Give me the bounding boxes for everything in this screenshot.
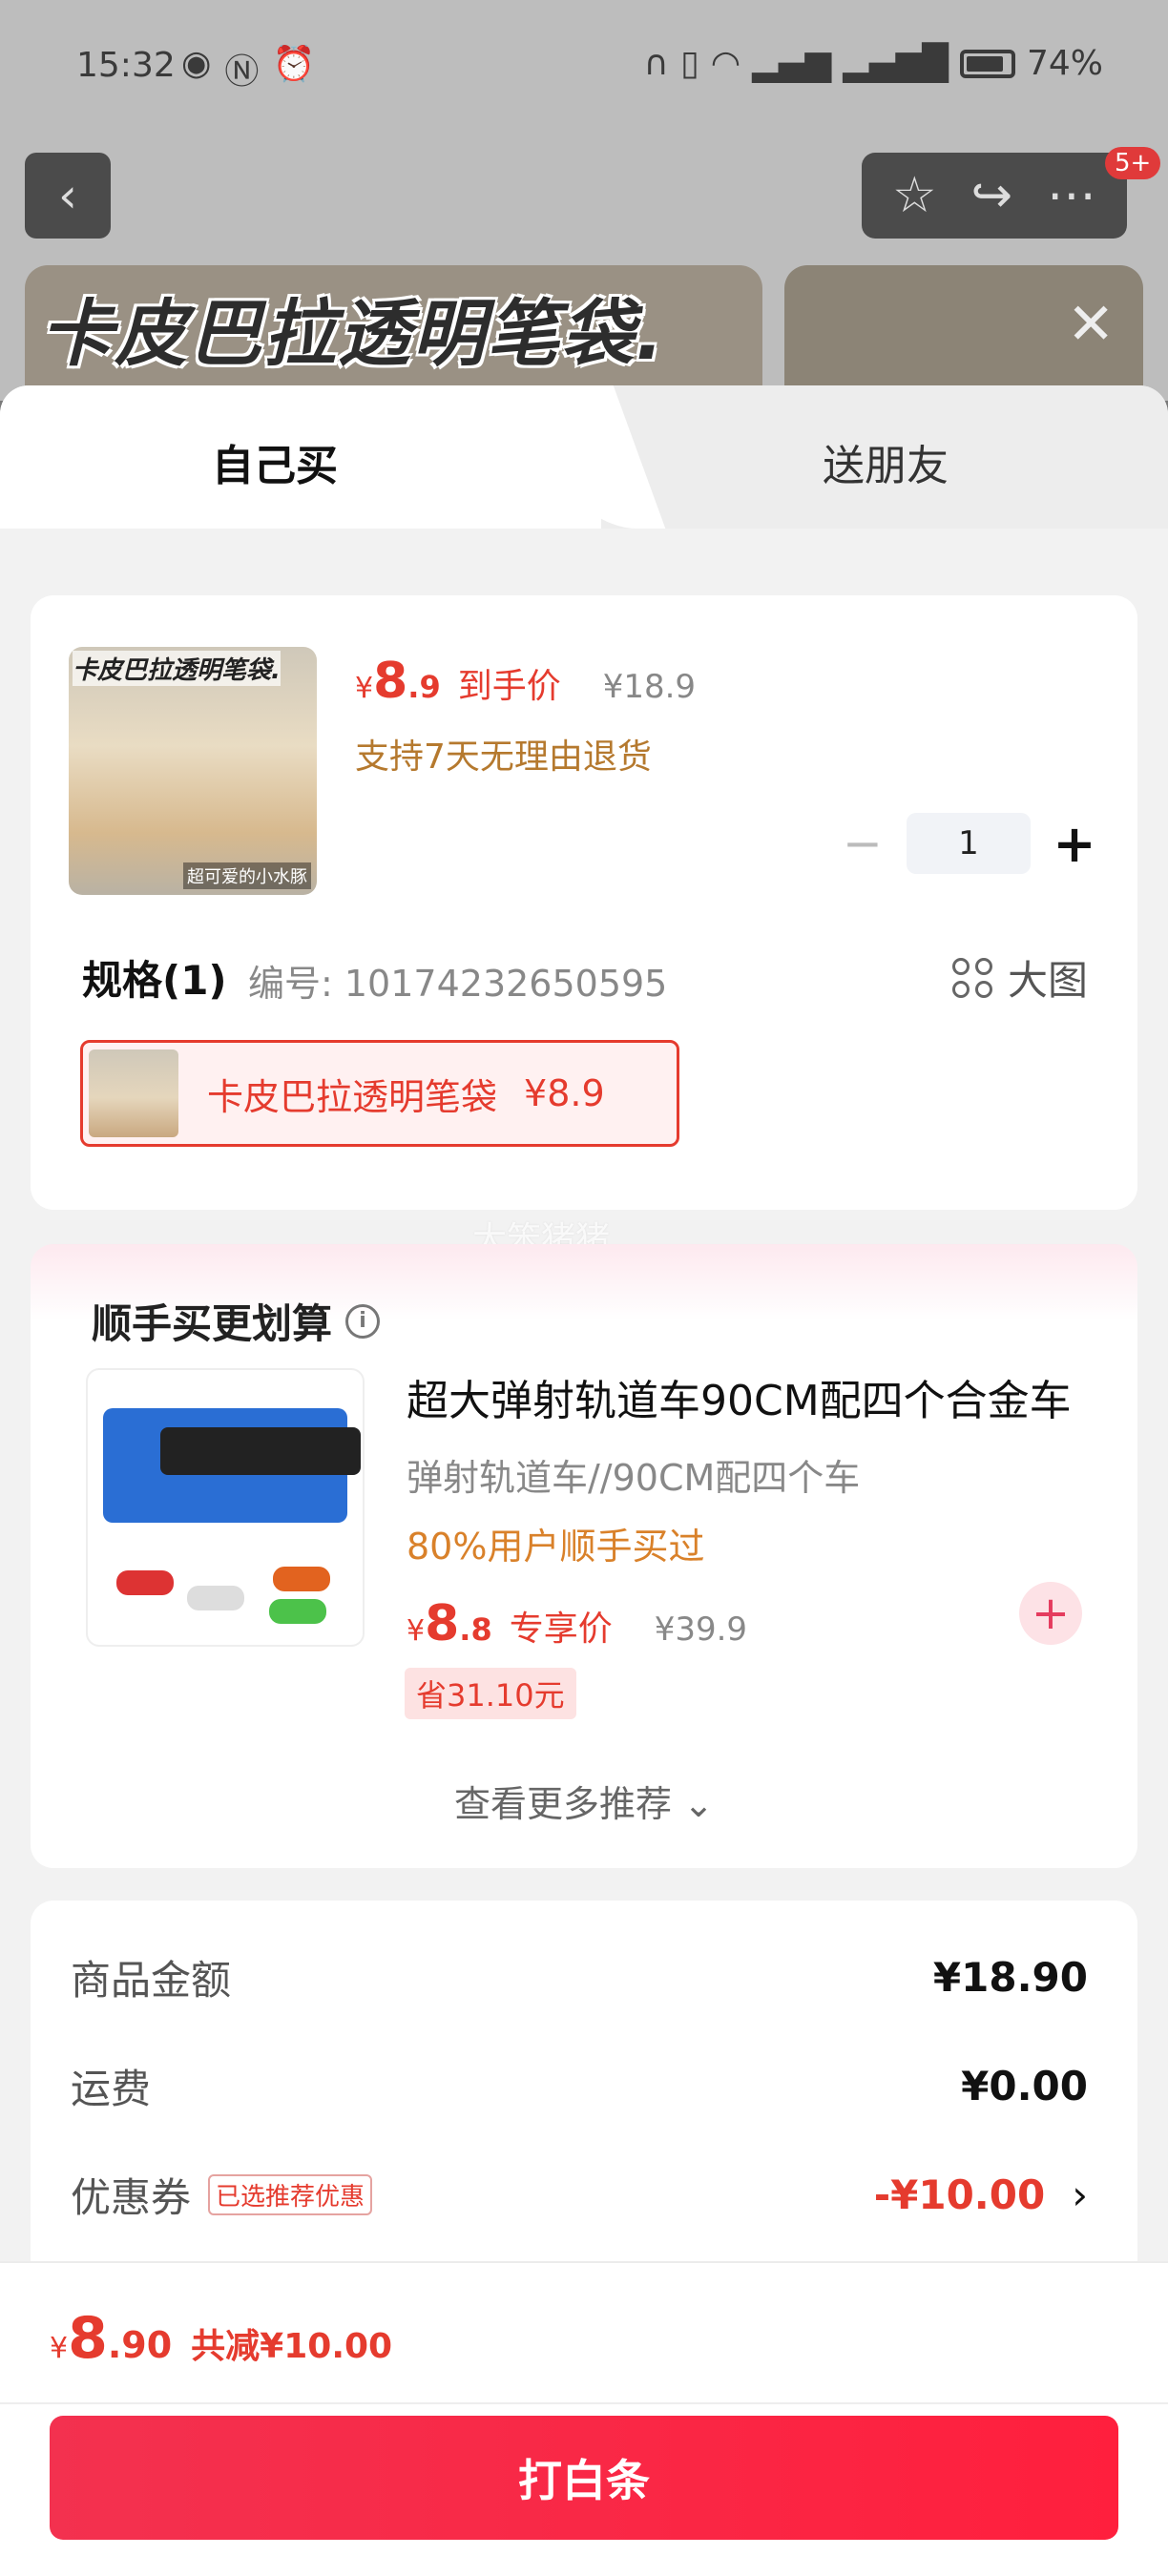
recommendation-card: 顺手买更划算 i 超大弹射轨道车90CM配四个合金车 弹射轨道车//90CM配四…	[31, 1244, 1137, 1868]
eye-icon: ◉	[181, 44, 212, 83]
price-decimal: .8	[459, 1611, 492, 1648]
spec-title: 规格(1)	[82, 957, 227, 1004]
alarm-icon: ⏰	[272, 45, 316, 84]
coupon-row[interactable]: 优惠券 已选推荐优惠 -¥10.00 ›	[71, 2166, 1088, 2224]
banner-title: 卡皮巴拉透明笔袋.	[40, 291, 665, 376]
price-currency: ¥	[407, 1614, 426, 1648]
goods-amount-value: ¥18.90	[932, 1954, 1088, 2001]
chevron-left-icon: ‹	[58, 168, 77, 223]
battery-icon	[959, 49, 1015, 78]
recommendation-thumbnail[interactable]	[86, 1368, 365, 1647]
product-price-row: ¥ 8 .9 到手价 ¥18.9	[355, 653, 696, 710]
more-recommendations-link[interactable]: 查看更多推荐 ⌄	[31, 1775, 1137, 1827]
signal-4g-icon: ▂▄▆	[752, 44, 832, 83]
sku-option-selected[interactable]: 卡皮巴拉透明笔袋 ¥8.9	[80, 1040, 679, 1147]
coupon-badge: 已选推荐优惠	[208, 2174, 373, 2215]
grid-icon	[951, 957, 992, 998]
more-icon[interactable]: ⋯	[1047, 167, 1096, 224]
return-policy: 支持7天无理由退货	[355, 737, 652, 777]
recommendation-stat: 80%用户顺手买过	[407, 1526, 705, 1568]
pay-button[interactable]: 打白条	[50, 2416, 1118, 2540]
nav-actions: ☆ ↪ ⋯	[862, 153, 1127, 239]
recommendation-price-row: ¥ 8 .8 专享价 ¥39.9	[407, 1595, 747, 1652]
divider	[0, 2402, 1168, 2404]
price-integer: 8	[425, 1595, 460, 1652]
decrease-quantity-button[interactable]: −	[832, 816, 893, 871]
recommendation-name[interactable]: 超大弹射轨道车90CM配四个合金车	[407, 1366, 1072, 1427]
info-icon[interactable]: i	[345, 1303, 381, 1339]
tab-self-buy[interactable]: 自己买	[0, 385, 601, 529]
status-right: ∩ ▯ ◠ ▂▄▆ ▂▄▆█ 74%	[644, 44, 1103, 83]
purchase-tabs: 自己买 送朋友	[0, 385, 1168, 529]
product-card: 卡皮巴拉透明笔袋. 超可爱的小水豚 ¥ 8 .9 到手价 ¥18.9 支持7天无…	[31, 595, 1137, 1210]
back-button[interactable]: ‹	[25, 153, 111, 239]
sku-thumbnail	[89, 1049, 178, 1137]
price-currency: ¥	[355, 672, 374, 705]
signal-5g-icon: ▂▄▆█	[843, 44, 949, 83]
nfc-icon: Ⓝ	[224, 52, 260, 92]
quantity-stepper: − 1 +	[832, 813, 1105, 874]
notification-badge: 5+	[1105, 147, 1161, 179]
plus-icon: +	[1031, 1587, 1071, 1640]
shipping-value: ¥0.00	[961, 2063, 1088, 2109]
thumbnail-title: 卡皮巴拉透明笔袋.	[73, 651, 281, 686]
recommendation-subtitle: 弹射轨道车//90CM配四个车	[407, 1457, 861, 1499]
price-integer: 8	[373, 653, 408, 710]
goods-amount-row: 商品金额 ¥18.90	[71, 1948, 1088, 2006]
recommendation-title: 顺手买更划算 i	[92, 1292, 381, 1350]
increase-quantity-button[interactable]: +	[1044, 814, 1105, 874]
tab-gift-friend[interactable]: 送朋友	[823, 431, 949, 492]
toy-car-image	[269, 1599, 326, 1624]
favorite-star-icon[interactable]: ☆	[892, 167, 937, 224]
total-decimal: .90	[107, 2324, 173, 2366]
total-currency: ¥	[50, 2332, 69, 2365]
coupon-label-group: 优惠券 已选推荐优惠	[71, 2166, 373, 2224]
chevron-right-icon: ›	[1072, 2171, 1088, 2218]
price-decimal: .9	[407, 669, 441, 705]
goods-amount-label: 商品金额	[71, 1957, 232, 2004]
purchase-sheet: 自己买 送朋友 卡皮巴拉透明笔袋. 超可爱的小水豚 ¥ 8 .9 到手价 ¥18…	[0, 385, 1168, 2576]
toy-car-image	[187, 1586, 244, 1610]
shipping-label: 运费	[71, 2066, 152, 2112]
tab-self-buy-label: 自己买	[212, 442, 338, 490]
battery-saver-icon: ▯	[679, 44, 699, 83]
sku-price: ¥8.9	[524, 1072, 605, 1114]
order-summary-card: 商品金额 ¥18.90 运费 ¥0.00 优惠券 已选推荐优惠 -¥10.00 …	[31, 1901, 1137, 2301]
status-time: 15:32	[76, 46, 176, 85]
status-bar: 15:32 ◉ Ⓝ ⏰ ∩ ▯ ◠ ▂▄▆ ▂▄▆█ 74%	[0, 0, 1168, 134]
recommendation-title-text: 顺手买更划算	[92, 1300, 333, 1347]
big-image-button[interactable]: 大图	[951, 948, 1088, 1007]
original-price: ¥18.9	[602, 668, 697, 706]
coupon-label: 优惠券	[71, 2174, 192, 2221]
thumbnail-caption: 超可爱的小水豚	[183, 862, 311, 889]
coupon-value-group: -¥10.00 ›	[874, 2171, 1088, 2218]
total-price: ¥ 8 .90 共减¥10.00	[50, 2305, 392, 2372]
sku-name: 卡皮巴拉透明笔袋	[207, 1075, 498, 1118]
total-integer: 8	[68, 2305, 108, 2372]
wifi-icon: ◠	[710, 44, 741, 83]
spec-code: 编号: 10174232650595	[248, 963, 668, 1005]
quantity-input[interactable]: 1	[907, 813, 1031, 874]
savings-badge: 省31.10元	[405, 1668, 576, 1719]
headphones-icon: ∩	[643, 44, 669, 83]
checkout-bar: ¥ 8 .90 共减¥10.00 打白条	[0, 2261, 1168, 2576]
add-recommendation-button[interactable]: +	[1019, 1582, 1082, 1645]
price-tag: 到手价	[457, 667, 561, 706]
price-tag: 专享价	[509, 1610, 613, 1649]
truck-deck-image	[160, 1427, 361, 1475]
shipping-row: 运费 ¥0.00	[71, 2057, 1088, 2115]
toy-car-image	[116, 1570, 174, 1595]
product-thumbnail[interactable]: 卡皮巴拉透明笔袋. 超可爱的小水豚	[69, 647, 317, 895]
total-discount: 共减¥10.00	[191, 2327, 393, 2366]
big-image-label: 大图	[1007, 957, 1088, 1004]
close-sheet-icon[interactable]: ✕	[1067, 291, 1115, 358]
toy-car-image	[273, 1567, 330, 1591]
status-left-icons: ◉ Ⓝ ⏰	[181, 44, 315, 93]
coupon-value: -¥10.00	[873, 2171, 1046, 2218]
original-price: ¥39.9	[654, 1610, 748, 1649]
share-icon[interactable]: ↪	[971, 167, 1013, 224]
battery-percent: 74%	[1026, 44, 1103, 83]
